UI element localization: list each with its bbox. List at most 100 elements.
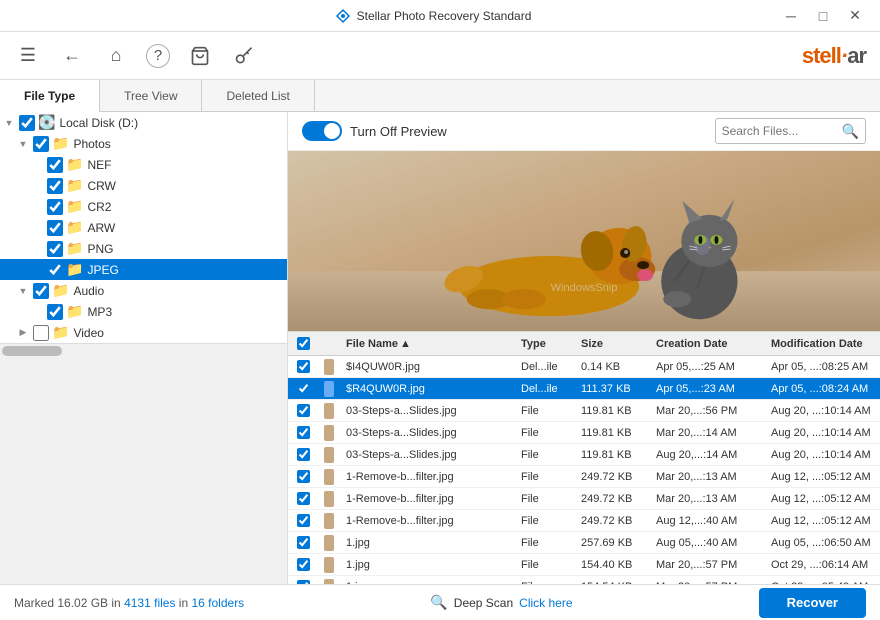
close-button[interactable]: ✕ — [840, 6, 870, 26]
header-modification-date[interactable]: Modification Date — [765, 338, 880, 350]
row-thumb-10 — [318, 579, 340, 585]
tree-checkbox-photos[interactable] — [33, 136, 49, 152]
tree-item-jpeg[interactable]: 📁 JPEG — [0, 259, 287, 280]
tree-checkbox-nef[interactable] — [47, 157, 63, 173]
file-row[interactable]: 1.jpg File 154.54 KB Mar 20,...:57 PM Oc… — [288, 576, 880, 584]
tree-item-local-disk[interactable]: ▼ 💽 Local Disk (D:) — [0, 112, 287, 133]
file-row[interactable]: 1.jpg File 257.69 KB Aug 05,...:40 AM Au… — [288, 532, 880, 554]
expand-arrow: ▼ — [2, 118, 16, 128]
row-checkbox-5[interactable] — [297, 470, 310, 483]
tree-item-arw[interactable]: 📁 ARW — [0, 217, 287, 238]
deep-scan-area: 🔍 Deep Scan Click here — [430, 594, 572, 611]
tab-bar: File Type Tree View Deleted List — [0, 80, 880, 112]
back-icon[interactable]: ← — [58, 42, 86, 70]
tree-checkbox-local-disk[interactable] — [19, 115, 35, 131]
sidebar-hscroll[interactable] — [0, 343, 287, 357]
svg-text:WindowsSnip: WindowsSnip — [551, 282, 618, 294]
row-thumb-1 — [318, 381, 340, 397]
tree-item-audio[interactable]: ▼ 📁 Audio — [0, 280, 287, 301]
tree-checkbox-audio[interactable] — [33, 283, 49, 299]
expand-arrow: ▼ — [16, 139, 30, 149]
row-size-9: 154.40 KB — [575, 559, 650, 571]
sidebar-hscroll-thumb[interactable] — [2, 346, 62, 356]
cart-icon[interactable] — [186, 42, 214, 70]
click-here-link[interactable]: Click here — [519, 596, 572, 610]
row-size-7: 249.72 KB — [575, 515, 650, 527]
folders-count[interactable]: 16 folders — [191, 596, 244, 610]
row-check-2 — [288, 404, 318, 417]
row-checkbox-1[interactable] — [297, 382, 310, 395]
row-checkbox-3[interactable] — [297, 426, 310, 439]
row-size-5: 249.72 KB — [575, 471, 650, 483]
tree-item-cr2[interactable]: 📁 CR2 — [0, 196, 287, 217]
row-name-10: 1.jpg — [340, 581, 515, 585]
tree-item-mp3[interactable]: 📁 MP3 — [0, 301, 287, 322]
file-row[interactable]: 03-Steps-a...Slides.jpg File 119.81 KB M… — [288, 422, 880, 444]
recover-button[interactable]: Recover — [759, 588, 866, 618]
folder-icon: 📁 — [66, 303, 83, 320]
folder-icon: 📁 — [66, 240, 83, 257]
key-icon[interactable] — [230, 42, 258, 70]
file-row[interactable]: $I4QUW0R.jpg Del...ile 0.14 KB Apr 05,..… — [288, 356, 880, 378]
home-icon[interactable]: ⌂ — [102, 42, 130, 70]
row-modified-2: Aug 20, ...:10:14 AM — [765, 405, 880, 417]
tree-checkbox-arw[interactable] — [47, 220, 63, 236]
tree-checkbox-png[interactable] — [47, 241, 63, 257]
row-checkbox-6[interactable] — [297, 492, 310, 505]
tab-tree-view[interactable]: Tree View — [100, 80, 202, 112]
file-row[interactable]: 03-Steps-a...Slides.jpg File 119.81 KB A… — [288, 444, 880, 466]
file-row[interactable]: $R4QUW0R.jpg Del...ile 111.37 KB Apr 05,… — [288, 378, 880, 400]
row-name-1: $R4QUW0R.jpg — [340, 383, 515, 395]
tab-deleted-list[interactable]: Deleted List — [202, 80, 314, 112]
search-icon[interactable]: 🔍 — [842, 123, 859, 140]
tree-checkbox-crw[interactable] — [47, 178, 63, 194]
file-tree: ▼ 💽 Local Disk (D:) ▼ 📁 Photos 📁 NEF — [0, 112, 288, 343]
search-input[interactable] — [722, 124, 842, 138]
file-row[interactable]: 1-Remove-b...filter.jpg File 249.72 KB A… — [288, 510, 880, 532]
tab-file-type[interactable]: File Type — [0, 80, 100, 112]
file-row[interactable]: 1-Remove-b...filter.jpg File 249.72 KB M… — [288, 466, 880, 488]
row-checkbox-9[interactable] — [297, 558, 310, 571]
row-thumb-4 — [318, 447, 340, 463]
row-checkbox-4[interactable] — [297, 448, 310, 461]
row-type-2: File — [515, 405, 575, 417]
row-checkbox-10[interactable] — [297, 580, 310, 584]
row-checkbox-2[interactable] — [297, 404, 310, 417]
row-created-4: Aug 20,...:14 AM — [650, 449, 765, 461]
file-row[interactable]: 1.jpg File 154.40 KB Mar 20,...:57 PM Oc… — [288, 554, 880, 576]
toolbar: ☰ ← ⌂ ? stell·ar — [0, 32, 880, 80]
header-type[interactable]: Type — [515, 338, 575, 350]
row-checkbox-0[interactable] — [297, 360, 310, 373]
tree-checkbox-jpeg[interactable] — [47, 262, 63, 278]
search-box: 🔍 — [715, 118, 866, 144]
menu-icon[interactable]: ☰ — [14, 42, 42, 70]
tree-item-video[interactable]: ▶ 📁 Video — [0, 322, 287, 343]
row-modified-0: Apr 05, ...:08:25 AM — [765, 361, 880, 373]
file-row[interactable]: 1-Remove-b...filter.jpg File 249.72 KB M… — [288, 488, 880, 510]
sidebar: ▼ 💽 Local Disk (D:) ▼ 📁 Photos 📁 NEF — [0, 112, 288, 584]
maximize-button[interactable]: □ — [808, 6, 838, 26]
header-creation-date[interactable]: Creation Date — [650, 338, 765, 350]
row-modified-7: Aug 12, ...:05:12 AM — [765, 515, 880, 527]
file-row[interactable]: 03-Steps-a...Slides.jpg File 119.81 KB M… — [288, 400, 880, 422]
help-icon[interactable]: ? — [146, 44, 170, 68]
files-count[interactable]: 4131 files — [124, 596, 175, 610]
header-file-name[interactable]: File Name ▲ — [340, 338, 515, 350]
minimize-button[interactable]: ─ — [776, 6, 806, 26]
tree-checkbox-cr2[interactable] — [47, 199, 63, 215]
row-check-6 — [288, 492, 318, 505]
tree-item-crw[interactable]: 📁 CRW — [0, 175, 287, 196]
row-checkbox-8[interactable] — [297, 536, 310, 549]
tree-item-png[interactable]: 📁 PNG — [0, 238, 287, 259]
row-checkbox-7[interactable] — [297, 514, 310, 527]
select-all-checkbox[interactable] — [297, 337, 310, 350]
folder-icon: 📁 — [66, 156, 83, 173]
tree-checkbox-mp3[interactable] — [47, 304, 63, 320]
tree-item-nef[interactable]: 📁 NEF — [0, 154, 287, 175]
header-size[interactable]: Size — [575, 338, 650, 350]
row-created-10: Mar 20,...:57 PM — [650, 581, 765, 585]
tree-checkbox-video[interactable] — [33, 325, 49, 341]
tree-item-photos[interactable]: ▼ 📁 Photos — [0, 133, 287, 154]
preview-toggle[interactable] — [302, 121, 342, 141]
row-name-7: 1-Remove-b...filter.jpg — [340, 515, 515, 527]
